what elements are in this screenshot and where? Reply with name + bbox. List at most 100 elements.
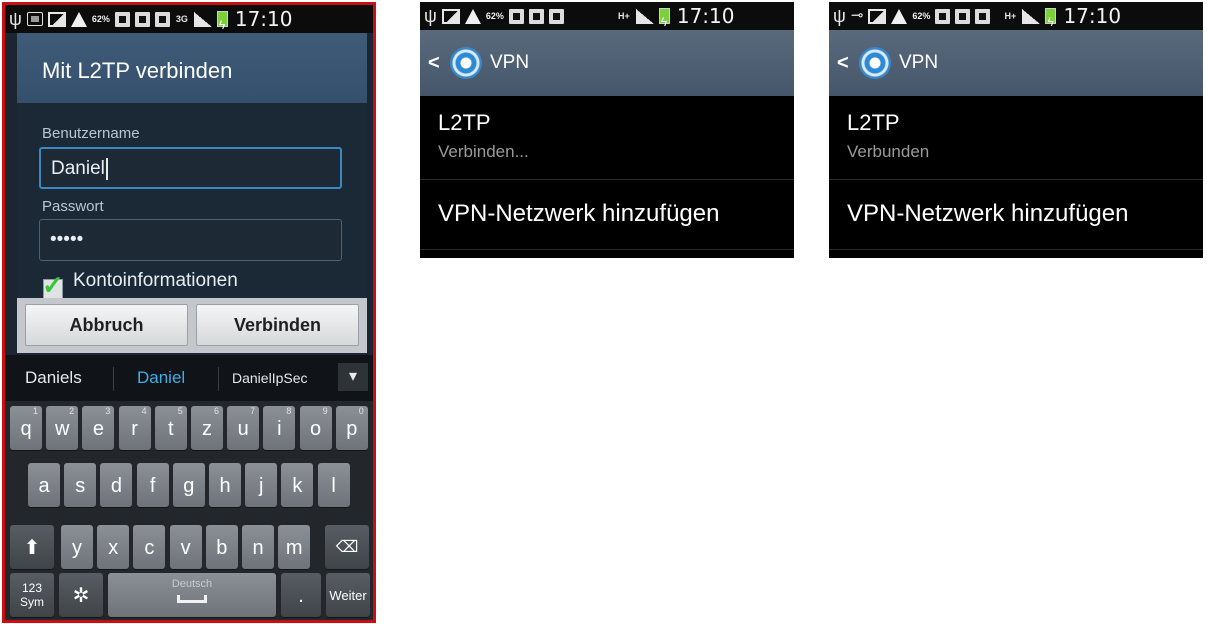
- chevron-down-icon[interactable]: ▾: [338, 363, 368, 391]
- password-field[interactable]: •••••: [39, 219, 342, 261]
- vpn-profile-name: L2TP: [847, 110, 900, 135]
- key-h[interactable]: h: [209, 463, 241, 507]
- key-label: j: [258, 475, 264, 497]
- key-x[interactable]: x: [97, 525, 130, 569]
- key-label: a: [38, 475, 50, 497]
- key-e[interactable]: e3: [82, 406, 115, 450]
- key-label: r: [131, 418, 138, 440]
- suggestion-item[interactable]: Daniels: [25, 368, 82, 388]
- suggestion-item-selected[interactable]: Daniel: [137, 368, 185, 388]
- key-g[interactable]: g: [172, 463, 205, 507]
- key-d[interactable]: d: [100, 463, 133, 507]
- l2tp-connect-screen: ψ 62% 3G 17:10 Mit L2TP verbinden Benutz…: [2, 2, 376, 623]
- key-label: v: [180, 537, 191, 559]
- key-label: m: [285, 537, 303, 559]
- usb-icon: ψ: [9, 9, 22, 29]
- vpn-profile-status: Verbinden...: [438, 142, 529, 161]
- key-k[interactable]: k: [281, 463, 314, 507]
- dialog-title: Mit L2TP verbinden: [17, 33, 367, 103]
- back-icon[interactable]: <: [428, 52, 446, 75]
- key-label: f: [149, 475, 156, 497]
- suggestion-item[interactable]: DanielIpSec: [232, 370, 308, 386]
- dialog-body: Benutzername Daniel Passwort ••••• ✓ Kon…: [17, 103, 367, 300]
- key-number-hint: 9: [322, 406, 328, 416]
- username-value: Daniel: [51, 158, 105, 179]
- add-vpn-item[interactable]: VPN-Netzwerk hinzufügen: [829, 180, 1203, 250]
- network-type: 3G: [175, 14, 188, 24]
- key-number-hint: 4: [141, 406, 147, 416]
- username-field[interactable]: Daniel: [39, 147, 342, 189]
- download-icon: [935, 8, 951, 24]
- key-u[interactable]: u7: [227, 406, 260, 450]
- key-w[interactable]: w2: [46, 406, 79, 450]
- battery-percent: 62%: [912, 11, 931, 21]
- battery-charging-icon: [1045, 8, 1057, 36]
- key-number-hint: 2: [69, 406, 75, 416]
- key-number-hint: 1: [32, 406, 38, 416]
- warning-icon: [70, 11, 87, 27]
- key-q[interactable]: q1: [10, 406, 42, 450]
- vpn-screen-connecting: ψ 62% H+ 17:10 < VPN L2TP Verbinden... V…: [420, 2, 794, 258]
- period-label: .: [298, 585, 304, 607]
- password-label: Passwort: [42, 198, 104, 215]
- key-v[interactable]: v: [169, 525, 202, 569]
- back-icon[interactable]: <: [837, 52, 855, 75]
- key-t[interactable]: t5: [154, 406, 187, 450]
- key-i[interactable]: i8: [263, 406, 296, 450]
- key-label: d: [110, 475, 122, 497]
- settings-key[interactable]: ✲: [59, 573, 103, 617]
- usb-icon: ψ: [424, 6, 437, 26]
- vpn-profile-item[interactable]: L2TP Verbunden: [829, 96, 1203, 180]
- status-bar: ψ ⊸ 62% H+ 17:10: [829, 2, 1203, 36]
- key-y[interactable]: y: [61, 525, 93, 569]
- key-label: g: [183, 475, 195, 497]
- key-label: p: [346, 418, 358, 440]
- screenshot-icon: [868, 8, 887, 24]
- key-number-hint: 7: [250, 406, 256, 416]
- action-bar: < VPN: [829, 30, 1203, 96]
- remember-checkbox[interactable]: ✓: [42, 270, 64, 300]
- key-label: e: [92, 418, 104, 440]
- key-label: l: [331, 475, 336, 497]
- key-o[interactable]: o9: [299, 406, 332, 450]
- key-n[interactable]: n: [242, 525, 274, 569]
- add-vpn-item[interactable]: VPN-Netzwerk hinzufügen: [420, 180, 794, 250]
- download-icon: [114, 11, 130, 27]
- signal-icon: [635, 8, 654, 24]
- key-number-hint: 6: [213, 406, 219, 416]
- period-key[interactable]: .: [281, 573, 321, 617]
- download-icon: [528, 8, 544, 24]
- key-m[interactable]: m: [278, 525, 311, 569]
- on-screen-keyboard: 123 Sym ✲ Deutsch . Weiter ⬆ ⌫ q1w2e3r4t…: [5, 401, 373, 620]
- vpn-key-icon: ⊸: [850, 7, 864, 24]
- key-c[interactable]: c: [133, 525, 166, 569]
- sd-card-icon: [26, 12, 43, 26]
- signal-icon: [1022, 8, 1041, 24]
- key-z[interactable]: z6: [191, 406, 223, 450]
- key-l[interactable]: l: [317, 463, 350, 507]
- username-label: Benutzername: [42, 125, 140, 142]
- backspace-key[interactable]: ⌫: [325, 525, 369, 569]
- key-f[interactable]: f: [136, 463, 169, 507]
- vpn-profile-item[interactable]: L2TP Verbinden...: [420, 96, 794, 180]
- shift-key[interactable]: ⬆: [10, 525, 54, 569]
- space-label: Deutsch: [171, 578, 213, 590]
- space-key[interactable]: Deutsch: [108, 573, 276, 617]
- sym-key[interactable]: 123 Sym: [10, 573, 54, 617]
- connect-button[interactable]: Verbinden: [196, 304, 359, 346]
- connect-dialog: Mit L2TP verbinden Benutzername Daniel P…: [17, 33, 367, 353]
- next-key[interactable]: Weiter: [326, 573, 370, 617]
- key-r[interactable]: r4: [118, 406, 151, 450]
- key-b[interactable]: b: [205, 525, 238, 569]
- password-value: •••••: [50, 229, 84, 250]
- key-label: u: [237, 418, 249, 440]
- key-label: q: [20, 418, 32, 440]
- key-p[interactable]: p0: [335, 406, 368, 450]
- download-icon: [134, 11, 150, 27]
- key-a[interactable]: a: [28, 463, 60, 507]
- backspace-icon: ⌫: [335, 539, 359, 556]
- cancel-button[interactable]: Abbruch: [25, 304, 188, 346]
- key-j[interactable]: j: [245, 463, 278, 507]
- shift-arrow-icon: ⬆: [23, 537, 41, 559]
- key-s[interactable]: s: [64, 463, 97, 507]
